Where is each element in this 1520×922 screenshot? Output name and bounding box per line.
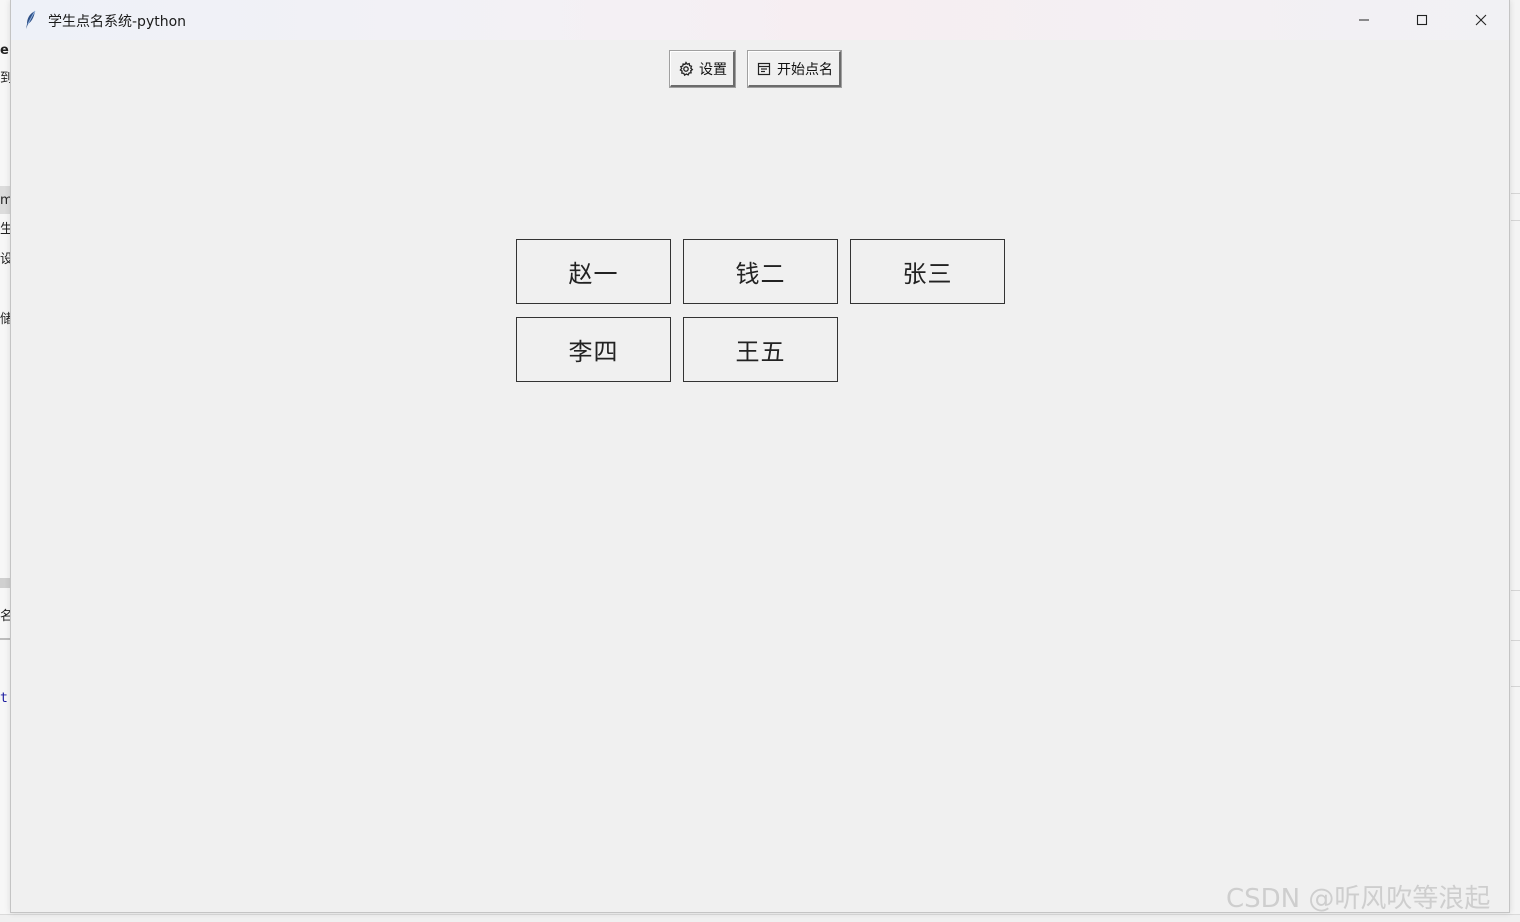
student-cell[interactable]: 王五: [683, 317, 838, 382]
toolbar: 设置 开始点名: [669, 50, 842, 89]
minimize-button[interactable]: [1335, 0, 1393, 40]
feather-icon: [23, 10, 39, 30]
close-icon: [1475, 11, 1487, 30]
student-cell[interactable]: 李四: [516, 317, 671, 382]
background-status-bar: [0, 914, 1520, 922]
start-rollcall-button[interactable]: 开始点名: [747, 50, 842, 88]
maximize-icon: [1416, 11, 1428, 30]
settings-button-label: 设置: [699, 61, 727, 78]
window-title: 学生点名系统-python: [48, 14, 187, 30]
student-cell[interactable]: 张三: [850, 239, 1005, 304]
roster-icon: [756, 61, 772, 77]
minimize-icon: [1358, 11, 1370, 30]
close-button[interactable]: [1452, 0, 1510, 40]
app-window: 学生点名系统-python 设置 开始点名 赵一 钱二 张三 李四 王五: [10, 0, 1510, 913]
student-cell[interactable]: 赵一: [516, 239, 671, 304]
settings-button[interactable]: 设置: [669, 50, 736, 88]
desktop: e 到 m 生 设 储 名 t 学生点名系统-python 设置 开始点名 赵一…: [0, 0, 1520, 922]
watermark: CSDN @听风吹等浪起: [1226, 884, 1491, 914]
background-window-right: [1511, 0, 1520, 922]
gear-icon: [678, 60, 694, 77]
background-window-left: e 到 m 生 设 储 名 t: [0, 0, 10, 922]
start-rollcall-label: 开始点名: [777, 61, 833, 78]
student-cell[interactable]: 钱二: [683, 239, 838, 304]
maximize-button[interactable]: [1393, 0, 1451, 40]
title-bar[interactable]: 学生点名系统-python: [11, 0, 1509, 40]
